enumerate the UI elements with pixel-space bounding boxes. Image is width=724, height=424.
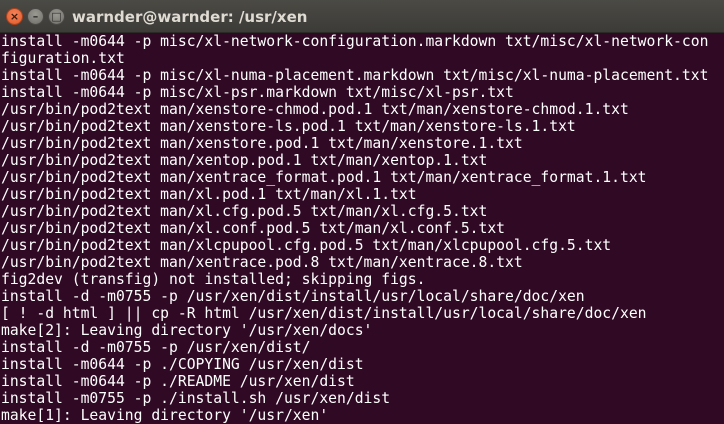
terminal-line: /usr/bin/pod2text man/xenstore.pod.1 txt…: [1, 135, 523, 152]
terminal-line: /usr/bin/pod2text man/xl.pod.1 txt/man/x…: [1, 186, 417, 203]
terminal-line: /usr/bin/pod2text man/xenstore-chmod.pod…: [1, 101, 629, 118]
maximize-button[interactable]: □: [48, 8, 65, 25]
terminal-line: install -m0644 -p misc/xl-numa-placement…: [1, 67, 709, 84]
terminal-window: × – □ warnder@warnder: /usr/xen install …: [0, 0, 724, 424]
terminal-line: make[1]: Leaving directory '/usr/xen': [1, 407, 329, 424]
terminal-line: /usr/bin/pod2text man/xenstore-ls.pod.1 …: [1, 118, 576, 135]
terminal-line: make[2]: Leaving directory '/usr/xen/doc…: [1, 322, 373, 339]
terminal-line: figuration.txt: [1, 50, 125, 67]
maximize-icon: □: [51, 10, 62, 23]
terminal-line: install -m0644 -p misc/xl-network-config…: [1, 33, 709, 50]
terminal-line: /usr/bin/pod2text man/xl.conf.pod.5 txt/…: [1, 220, 506, 237]
terminal-line: install -d -m0755 -p /usr/xen/dist/: [1, 339, 311, 356]
terminal-line: install -m0755 -p ./install.sh /usr/xen/…: [1, 390, 391, 407]
terminal-line: install -m0644 -p misc/xl-psr.markdown t…: [1, 84, 514, 101]
close-button[interactable]: ×: [6, 8, 23, 25]
terminal-line: install -m0644 -p ./COPYING /usr/xen/dis…: [1, 356, 364, 373]
minimize-button[interactable]: –: [27, 8, 44, 25]
terminal-line: install -d -m0755 -p /usr/xen/dist/insta…: [1, 288, 585, 305]
terminal-line: /usr/bin/pod2text man/xentop.pod.1 txt/m…: [1, 152, 488, 169]
terminal-line: [ ! -d html ] || cp -R html /usr/xen/dis…: [1, 305, 647, 322]
terminal-line: install -m0644 -p ./README /usr/xen/dist: [1, 373, 355, 390]
terminal-line: /usr/bin/pod2text man/xl.cfg.pod.5 txt/m…: [1, 203, 488, 220]
terminal-line: /usr/bin/pod2text man/xlcpupool.cfg.pod.…: [1, 237, 612, 254]
terminal-line: /usr/bin/pod2text man/xentrace_format.po…: [1, 169, 647, 186]
minimize-icon: –: [32, 10, 39, 23]
title-bar[interactable]: × – □ warnder@warnder: /usr/xen: [0, 0, 724, 33]
terminal-line: fig2dev (transfig) not installed; skippi…: [1, 271, 426, 288]
terminal-output[interactable]: install -m0644 -p misc/xl-network-config…: [0, 33, 724, 424]
window-title: warnder@warnder: /usr/xen: [72, 8, 308, 26]
terminal-line: /usr/bin/pod2text man/xentrace.pod.8 txt…: [1, 254, 523, 271]
close-icon: ×: [9, 10, 20, 23]
